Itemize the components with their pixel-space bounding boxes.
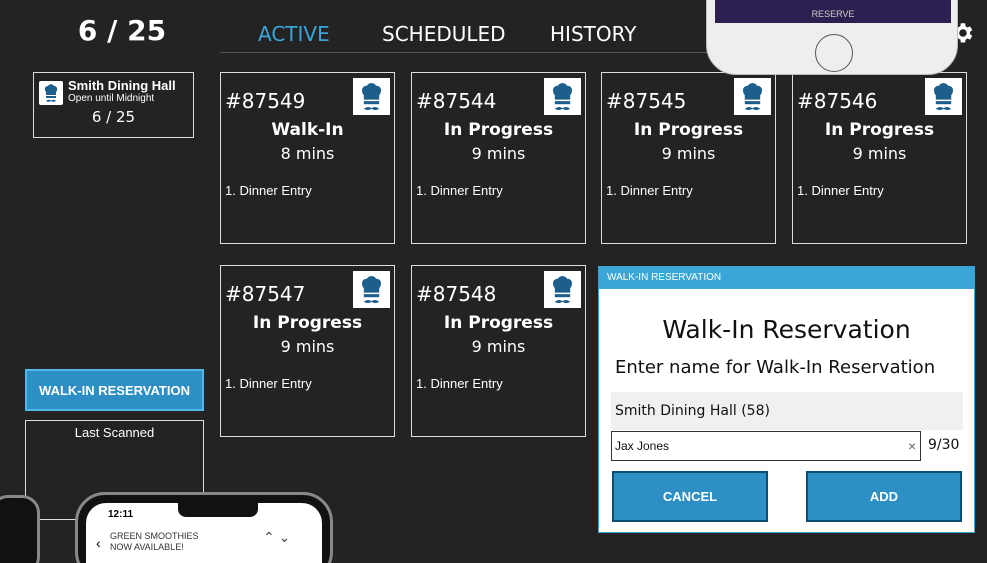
order-entry: 1. Dinner Entry [606, 183, 693, 198]
order-card[interactable]: #87544 In Progress 9 mins 1. Dinner Entry [411, 72, 586, 244]
add-button[interactable]: ADD [806, 471, 962, 522]
order-status: In Progress [824, 120, 935, 140]
order-wait-time: 9 mins [852, 144, 907, 163]
order-card[interactable]: #87549 Walk-In 8 mins 1. Dinner Entry [220, 72, 395, 244]
reservation-count: 6 / 25 [77, 14, 167, 47]
chef-icon [734, 78, 771, 115]
order-status: In Progress [252, 313, 363, 333]
chef-icon [925, 78, 962, 115]
chef-icon [544, 78, 581, 115]
last-scanned-label: Last Scanned [74, 425, 155, 440]
order-entry: 1. Dinner Entry [225, 183, 312, 198]
phone-home-button [815, 34, 853, 72]
dining-hall-card[interactable]: Smith Dining Hall Open until Midnight 6 … [33, 72, 194, 138]
chef-icon [39, 81, 63, 105]
chevron-updown-icon: ⌃ ⌄ [263, 529, 291, 545]
hall-name: Smith Dining Hall [68, 78, 176, 93]
dialog-titlebar: WALK-IN RESERVATION [599, 267, 974, 289]
order-status: In Progress [633, 120, 744, 140]
chef-icon [353, 78, 390, 115]
phone-reserve-label: RESERVE [811, 9, 855, 19]
cancel-button[interactable]: CANCEL [612, 471, 768, 522]
phone-screen: RESERVE [715, 0, 951, 23]
order-card[interactable]: #87548 In Progress 9 mins 1. Dinner Entry [411, 265, 586, 437]
order-wait-time: 9 mins [471, 337, 526, 356]
order-number: #87549 [225, 89, 306, 113]
tab-scheduled[interactable]: SCHEDULED [382, 22, 506, 46]
order-wait-time: 9 mins [280, 337, 335, 356]
phone-mockup-bottom: 12:11 ‹ GREEN SMOOTHIES NOW AVAILABLE! ⌃… [75, 492, 333, 563]
phone-mockup-top: RESERVE [706, 0, 958, 75]
walk-in-dialog: WALK-IN RESERVATION Walk-In Reservation … [598, 266, 975, 533]
order-entry: 1. Dinner Entry [225, 376, 312, 391]
order-card[interactable]: #87545 In Progress 9 mins 1. Dinner Entry [601, 72, 776, 244]
phone-msg-line2: NOW AVAILABLE! [110, 541, 184, 552]
order-wait-time: 9 mins [471, 144, 526, 163]
phone-time: 12:11 [108, 509, 134, 520]
order-number: #87548 [416, 282, 497, 306]
chef-icon [353, 271, 390, 308]
chevron-left-icon: ‹ [96, 535, 101, 551]
hall-hours: Open until Midnight [68, 93, 155, 104]
order-wait-time: 8 mins [280, 144, 335, 163]
walk-in-reservation-button[interactable]: WALK-IN RESERVATION [25, 369, 204, 411]
tab-active[interactable]: ACTIVE [258, 22, 330, 46]
phone-notch [178, 503, 258, 517]
order-status: In Progress [443, 120, 554, 140]
char-counter: 9/30 [928, 437, 960, 453]
dialog-heading: Walk-In Reservation [662, 315, 911, 344]
name-input[interactable]: Jax Jones [611, 431, 921, 461]
phone-mockup-left [0, 495, 40, 563]
order-status: In Progress [443, 313, 554, 333]
phone-msg-line1: GREEN SMOOTHIES [110, 531, 199, 541]
order-card[interactable]: #87546 In Progress 9 mins 1. Dinner Entry [792, 72, 967, 244]
order-number: #87545 [606, 89, 687, 113]
order-entry: 1. Dinner Entry [797, 183, 884, 198]
phone-notification: GREEN SMOOTHIES NOW AVAILABLE! [110, 531, 199, 553]
chef-icon [544, 271, 581, 308]
clear-icon[interactable]: × [908, 438, 916, 454]
order-wait-time: 9 mins [661, 144, 716, 163]
order-entry: 1. Dinner Entry [416, 376, 503, 391]
order-status: Walk-In [271, 120, 344, 140]
dialog-prompt: Enter name for Walk-In Reservation [615, 357, 936, 378]
tab-history[interactable]: HISTORY [550, 22, 636, 46]
order-card[interactable]: #87547 In Progress 9 mins 1. Dinner Entry [220, 265, 395, 437]
order-number: #87547 [225, 282, 306, 306]
order-entry: 1. Dinner Entry [416, 183, 503, 198]
order-number: #87544 [416, 89, 497, 113]
hall-count: 6 / 25 [91, 108, 136, 126]
location-select[interactable]: Smith Dining Hall (58) [611, 392, 963, 430]
order-number: #87546 [797, 89, 878, 113]
